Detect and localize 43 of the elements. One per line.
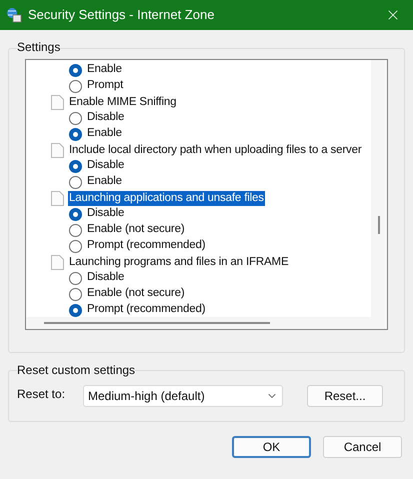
radio-button[interactable] <box>69 80 82 92</box>
option-label: Disable <box>87 110 124 126</box>
radio-button[interactable] <box>69 112 82 124</box>
document-icon <box>51 254 64 270</box>
setting-heading[interactable]: Enable MIME Sniffing <box>68 94 178 110</box>
setting-heading[interactable]: Include local directory path when uploading files to a server <box>68 142 363 158</box>
window-title: Security Settings - Internet Zone <box>28 6 214 24</box>
radio-button[interactable] <box>69 64 82 76</box>
group-legend: Reset custom settings <box>17 363 136 377</box>
reset-button[interactable]: Reset... <box>307 385 383 407</box>
radio-button[interactable] <box>69 128 82 140</box>
option-label: Enable <box>87 62 122 78</box>
option-label: Disable <box>87 206 124 222</box>
setting-heading[interactable]: Launching programs and files in an IFRAME <box>68 254 290 270</box>
document-icon <box>51 94 64 110</box>
option-label: Prompt (recommended) <box>87 302 206 317</box>
option-label: Disable <box>87 158 124 174</box>
radio-button[interactable] <box>69 304 82 316</box>
option-label: Enable <box>87 174 122 190</box>
radio-button[interactable] <box>69 176 82 188</box>
document-icon <box>51 142 64 158</box>
option-label: Enable <box>87 126 122 142</box>
vertical-scrollbar[interactable] <box>371 60 387 329</box>
level-dropdown[interactable]: Medium-high (default) <box>83 385 283 407</box>
radio-button[interactable] <box>69 272 82 284</box>
radio-button[interactable] <box>69 160 82 172</box>
option-label: Enable (not secure) <box>87 286 185 302</box>
dialog-button[interactable]: Cancel <box>323 436 402 458</box>
radio-button[interactable] <box>69 288 82 300</box>
radio-button[interactable] <box>69 224 82 236</box>
dialog-button[interactable]: OK <box>232 436 311 458</box>
option-label: Prompt (recommended) <box>87 238 206 254</box>
reset-label: Reset to: <box>17 386 66 403</box>
radio-button[interactable] <box>69 240 82 252</box>
option-label: Disable <box>87 270 124 286</box>
globe-computer-icon <box>6 7 22 23</box>
horizontal-scrollbar[interactable] <box>26 317 371 329</box>
setting-heading[interactable]: Launching applications and unsafe files <box>68 190 265 206</box>
radio-button[interactable] <box>69 208 82 220</box>
option-label: Prompt <box>87 78 124 94</box>
group-legend: Settings <box>17 40 60 54</box>
option-label: Enable (not secure) <box>87 222 185 238</box>
document-icon <box>51 190 64 206</box>
